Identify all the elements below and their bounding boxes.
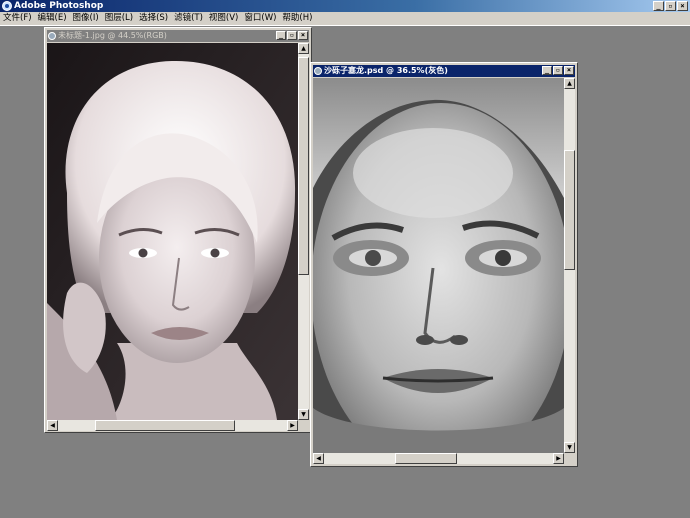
document-title-bar[interactable]: 沙砾子塞龙.psd @ 36.5%(灰色) _ ▫ × xyxy=(313,65,575,77)
photo-canvas[interactable] xyxy=(47,43,298,420)
doc-minimize-button[interactable]: _ xyxy=(276,31,286,40)
document-icon xyxy=(314,67,322,75)
document-title: 未标题-1.jpg @ 44.5%(RGB) xyxy=(58,31,167,40)
scroll-thumb[interactable] xyxy=(395,453,457,464)
menu-help[interactable]: 帮助(H) xyxy=(279,12,315,25)
scroll-down-arrow[interactable]: ▼ xyxy=(564,442,575,453)
scroll-thumb[interactable] xyxy=(564,150,575,270)
menu-edit[interactable]: 编辑(E) xyxy=(35,12,70,25)
scroll-down-arrow[interactable]: ▼ xyxy=(298,409,309,420)
doc-close-button[interactable]: × xyxy=(564,66,574,75)
resize-grip[interactable] xyxy=(298,420,309,431)
painting-vertical-scrollbar[interactable]: ▲ ▼ xyxy=(564,78,575,453)
photo-vertical-scrollbar[interactable]: ▲ ▼ xyxy=(298,43,309,420)
portrait-photo-image xyxy=(47,43,298,420)
doc-restore-button[interactable]: ▫ xyxy=(553,66,563,75)
doc-close-button[interactable]: × xyxy=(298,31,308,40)
app-close-button[interactable]: × xyxy=(677,1,688,11)
document-window-controls: _ ▫ × xyxy=(542,66,574,75)
doc-restore-button[interactable]: ▫ xyxy=(287,31,297,40)
app-window-controls: _ ▫ × xyxy=(653,1,688,11)
menu-file[interactable]: 文件(F) xyxy=(0,12,35,25)
document-title-bar[interactable]: 未标题-1.jpg @ 44.5%(RGB) _ ▫ × xyxy=(47,30,309,42)
menu-bar: 文件(F) 编辑(E) 图像(I) 图层(L) 选择(S) 滤镜(T) 视图(V… xyxy=(0,12,690,26)
scroll-left-arrow[interactable]: ◀ xyxy=(313,453,324,464)
app-restore-button[interactable]: ▫ xyxy=(665,1,676,11)
grayscale-painting-image xyxy=(313,78,564,453)
document-window-controls: _ ▫ × xyxy=(276,31,308,40)
painting-canvas[interactable] xyxy=(313,78,564,453)
menu-select[interactable]: 选择(S) xyxy=(136,12,171,25)
app-title-bar: Adobe Photoshop _ ▫ × xyxy=(0,0,690,12)
scroll-up-arrow[interactable]: ▲ xyxy=(298,43,309,54)
doc-minimize-button[interactable]: _ xyxy=(542,66,552,75)
menu-view[interactable]: 视图(V) xyxy=(206,12,241,25)
menu-layer[interactable]: 图层(L) xyxy=(102,12,136,25)
app-title: Adobe Photoshop xyxy=(14,1,104,11)
document-window-photo[interactable]: 未标题-1.jpg @ 44.5%(RGB) _ ▫ × ▲ ▼ ◀ ▶ xyxy=(44,27,312,433)
document-window-painting[interactable]: 沙砾子塞龙.psd @ 36.5%(灰色) _ ▫ × ▲ ▼ ◀ ▶ xyxy=(310,62,578,467)
document-icon xyxy=(48,32,56,40)
scroll-up-arrow[interactable]: ▲ xyxy=(564,78,575,89)
app-minimize-button[interactable]: _ xyxy=(653,1,664,11)
painting-horizontal-scrollbar[interactable]: ◀ ▶ xyxy=(313,453,564,464)
menu-filter[interactable]: 滤镜(T) xyxy=(171,12,206,25)
scroll-thumb[interactable] xyxy=(298,57,309,275)
scroll-thumb[interactable] xyxy=(95,420,235,431)
menu-window[interactable]: 窗口(W) xyxy=(241,12,279,25)
photoshop-app-icon[interactable] xyxy=(2,1,12,11)
resize-grip[interactable] xyxy=(564,453,575,464)
photo-horizontal-scrollbar[interactable]: ◀ ▶ xyxy=(47,420,298,431)
menu-image[interactable]: 图像(I) xyxy=(70,12,102,25)
document-title: 沙砾子塞龙.psd @ 36.5%(灰色) xyxy=(324,66,448,75)
scroll-right-arrow[interactable]: ▶ xyxy=(553,453,564,464)
scroll-left-arrow[interactable]: ◀ xyxy=(47,420,58,431)
scroll-right-arrow[interactable]: ▶ xyxy=(287,420,298,431)
